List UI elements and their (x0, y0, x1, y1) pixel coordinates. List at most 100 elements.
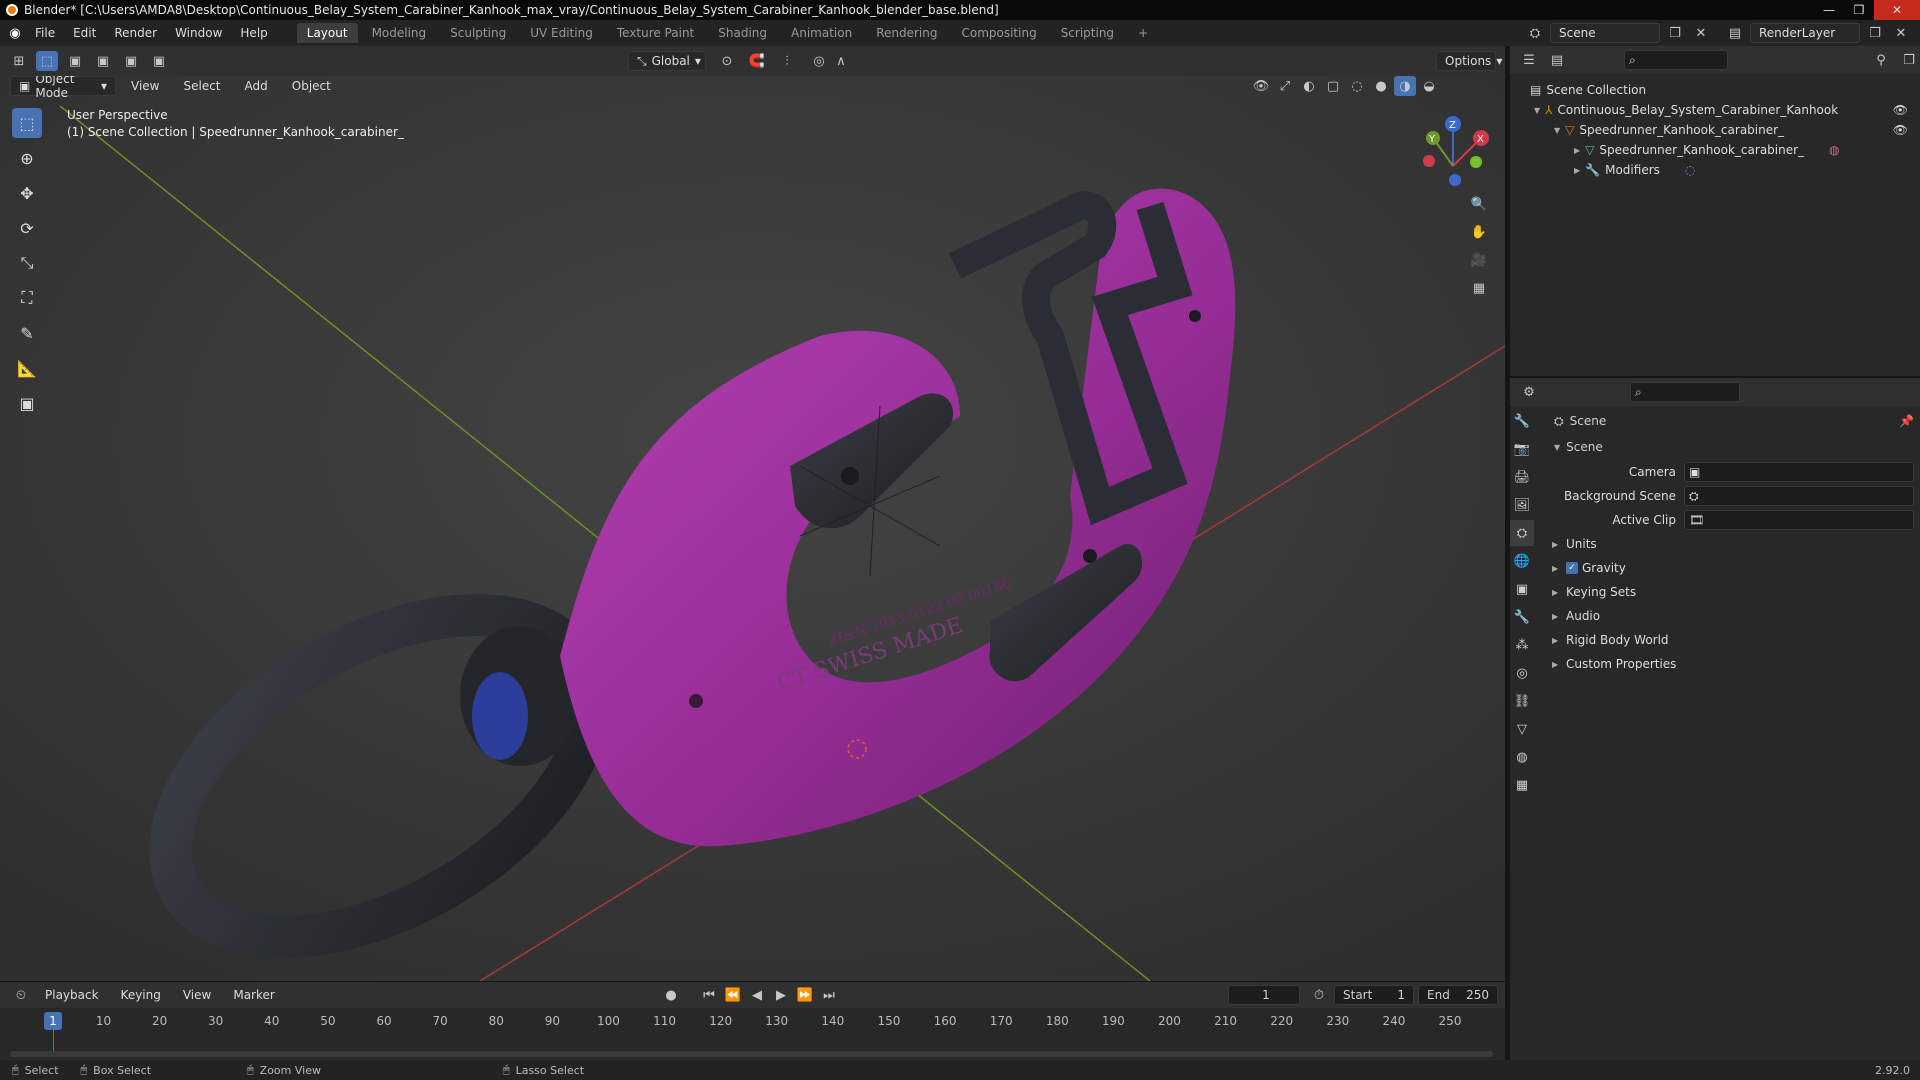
gravity-checkbox[interactable]: ✓ (1566, 562, 1578, 574)
delete-layer-icon[interactable]: ✕ (1890, 23, 1912, 43)
select-extend-icon[interactable]: ▣ (92, 51, 114, 71)
gizmo-toggle-icon[interactable]: ⤢ (1274, 76, 1296, 96)
overlays-icon[interactable]: ◐ (1298, 76, 1320, 96)
select-tool-icon[interactable]: ⬚ (36, 51, 58, 71)
constraints-tab-icon[interactable]: ⛓ (1510, 688, 1534, 714)
background-scene-field[interactable]: ⛭ (1684, 486, 1914, 506)
active-clip-field[interactable]: 🎞 (1684, 510, 1914, 530)
snap-icon[interactable]: 🧲 (746, 51, 768, 71)
collapse-arrow-icon[interactable]: ▶ (1574, 166, 1580, 175)
scale-tool-icon[interactable]: ⤡ (12, 248, 42, 278)
shading-material-icon[interactable]: ◑ (1394, 76, 1416, 96)
maximize-button[interactable]: ❐ (1844, 0, 1874, 20)
display-mode-icon[interactable]: ▤ (1546, 50, 1568, 70)
measure-tool-icon[interactable]: 📐 (12, 353, 42, 383)
tab-sculpting[interactable]: Sculpting (440, 23, 516, 43)
properties-editor-icon[interactable]: ⚙ (1518, 382, 1540, 402)
eye-visibility-icon[interactable]: 👁 (1893, 123, 1908, 137)
outliner-search-input[interactable]: ⌕ (1624, 50, 1728, 70)
visibility-icon[interactable]: 👁 (1250, 76, 1272, 96)
material-tab-icon[interactable]: ◍ (1510, 744, 1534, 770)
pin-icon[interactable]: 📌 (1899, 414, 1914, 428)
move-tool-icon[interactable]: ✥ (12, 178, 42, 208)
ortho-grid-icon[interactable]: ▦ (1468, 278, 1490, 298)
section-rigid-body-world[interactable]: ▶ Rigid Body World (1520, 628, 1914, 652)
viewport-menu-object[interactable]: Object (283, 76, 340, 97)
proportional-edit-icon[interactable]: ◎ (808, 51, 830, 71)
add-workspace-button[interactable]: + (1128, 23, 1158, 43)
new-scene-icon[interactable]: ❐ (1664, 23, 1686, 43)
mode-dropdown[interactable]: ▣ Object Mode ▾ (10, 76, 116, 100)
filter-icon[interactable]: ⚲ (1870, 50, 1892, 70)
scene-icon[interactable]: ⛭ (1524, 23, 1546, 43)
section-gravity[interactable]: ▶ ✓ Gravity (1520, 556, 1914, 580)
select-new-icon[interactable]: ▣ (64, 51, 86, 71)
tab-shading[interactable]: Shading (708, 23, 777, 43)
tab-texture-paint[interactable]: Texture Paint (607, 23, 704, 43)
camera-view-icon[interactable]: 🎥 (1468, 250, 1490, 270)
cursor-tool-icon[interactable]: ⊕ (12, 143, 42, 173)
section-keying-sets[interactable]: ▶ Keying Sets (1520, 580, 1914, 604)
output-tab-icon[interactable]: 🖨 (1510, 464, 1534, 490)
view-layer-tab-icon[interactable]: 🖼 (1510, 492, 1534, 518)
section-audio[interactable]: ▶ Audio (1520, 604, 1914, 628)
rotate-tool-icon[interactable]: ⟳ (12, 213, 42, 243)
tab-scripting[interactable]: Scripting (1051, 23, 1124, 43)
tab-layout[interactable]: Layout (296, 23, 358, 43)
camera-field[interactable]: ▣ (1684, 462, 1914, 482)
scene-panel-header[interactable]: ▼ Scene (1544, 434, 1914, 460)
viewport-menu-add[interactable]: Add (236, 76, 277, 97)
tab-animation[interactable]: Animation (781, 23, 862, 43)
render-layer-icon[interactable]: ▤ (1724, 23, 1746, 43)
collapse-arrow-icon[interactable]: ▶ (1574, 146, 1580, 155)
tool-tab-icon[interactable]: 🔧 (1510, 408, 1534, 434)
close-window-button[interactable]: ✕ (1874, 0, 1920, 20)
transform-orientation-dropdown[interactable]: ⤡ Global ▾ (628, 51, 706, 71)
menu-render[interactable]: Render (105, 22, 166, 44)
render-layer-selector[interactable]: RenderLayer (1750, 23, 1860, 43)
tab-modeling[interactable]: Modeling (362, 23, 437, 43)
minimize-button[interactable]: — (1814, 0, 1844, 20)
shading-wireframe-icon[interactable]: ◌ (1346, 76, 1368, 96)
texture-tab-icon[interactable]: ▦ (1510, 772, 1534, 798)
section-units[interactable]: ▶ Units (1520, 532, 1914, 556)
transform-tool-icon[interactable]: ⛶ (12, 283, 42, 313)
data-tab-icon[interactable]: ▽ (1510, 716, 1534, 742)
pan-hand-icon[interactable]: ✋ (1468, 222, 1490, 242)
viewport-menu-view[interactable]: View (122, 76, 168, 97)
section-custom-properties[interactable]: ▶ Custom Properties (1520, 652, 1914, 676)
viewport-menu-select[interactable]: Select (174, 76, 229, 97)
properties-search-input[interactable]: ⌕ (1630, 382, 1740, 402)
outliner-editor-icon[interactable]: ☰ (1518, 50, 1540, 70)
timeline-ruler[interactable]: 1 10 20 30 40 50 60 70 80 90 100 110 120 130 140 150 160… (0, 982, 1505, 1060)
scene-selector[interactable]: Scene (1550, 23, 1660, 43)
3d-viewport[interactable]: ZI&N 2013 0122 05 00186 CT SWISS MADE Z … (0, 76, 1505, 981)
outliner-row-collection[interactable]: ▼ ⅄ Continuous_Belay_System_Carabiner_Ka… (1510, 100, 1920, 120)
pivot-icon[interactable]: ⊙ (716, 51, 738, 71)
tab-compositing[interactable]: Compositing (951, 23, 1046, 43)
eye-visibility-icon[interactable]: 👁 (1893, 103, 1908, 117)
snap-target-icon[interactable]: ⫶ (776, 51, 798, 71)
render-tab-icon[interactable]: 📷 (1510, 436, 1534, 462)
new-layer-icon[interactable]: ❐ (1864, 23, 1886, 43)
tab-uv-editing[interactable]: UV Editing (520, 23, 603, 43)
editor-type-icon[interactable]: ⊞ (8, 51, 30, 71)
menu-edit[interactable]: Edit (64, 22, 105, 44)
xray-icon[interactable]: ▢ (1322, 76, 1344, 96)
outliner-row-object[interactable]: ▼ ▽ Speedrunner_Kanhook_carabiner_ 👁 (1510, 120, 1920, 140)
timeline-scrollbar[interactable] (10, 1051, 1493, 1057)
shading-rendered-icon[interactable]: ◒ (1418, 76, 1440, 96)
outliner-row-mesh[interactable]: ▶ ▽ Speedrunner_Kanhook_carabiner_ ◍ (1510, 140, 1920, 160)
outliner-row-modifiers[interactable]: ▶ 🔧 Modifiers ◌ (1510, 160, 1920, 180)
menu-help[interactable]: Help (231, 22, 276, 44)
menu-window[interactable]: Window (166, 22, 231, 44)
select-box-tool-icon[interactable]: ⬚ (12, 108, 42, 138)
zoom-icon[interactable]: 🔍 (1468, 194, 1490, 214)
delete-scene-icon[interactable]: ✕ (1690, 23, 1712, 43)
new-collection-icon[interactable]: ❐ (1898, 50, 1920, 70)
expand-arrow-icon[interactable]: ▼ (1554, 126, 1560, 135)
expand-arrow-icon[interactable]: ▼ (1534, 106, 1540, 115)
add-cube-tool-icon[interactable]: ▣ (12, 388, 42, 418)
outliner-row-scene-collection[interactable]: ▤ Scene Collection (1510, 80, 1920, 100)
tab-rendering[interactable]: Rendering (866, 23, 947, 43)
